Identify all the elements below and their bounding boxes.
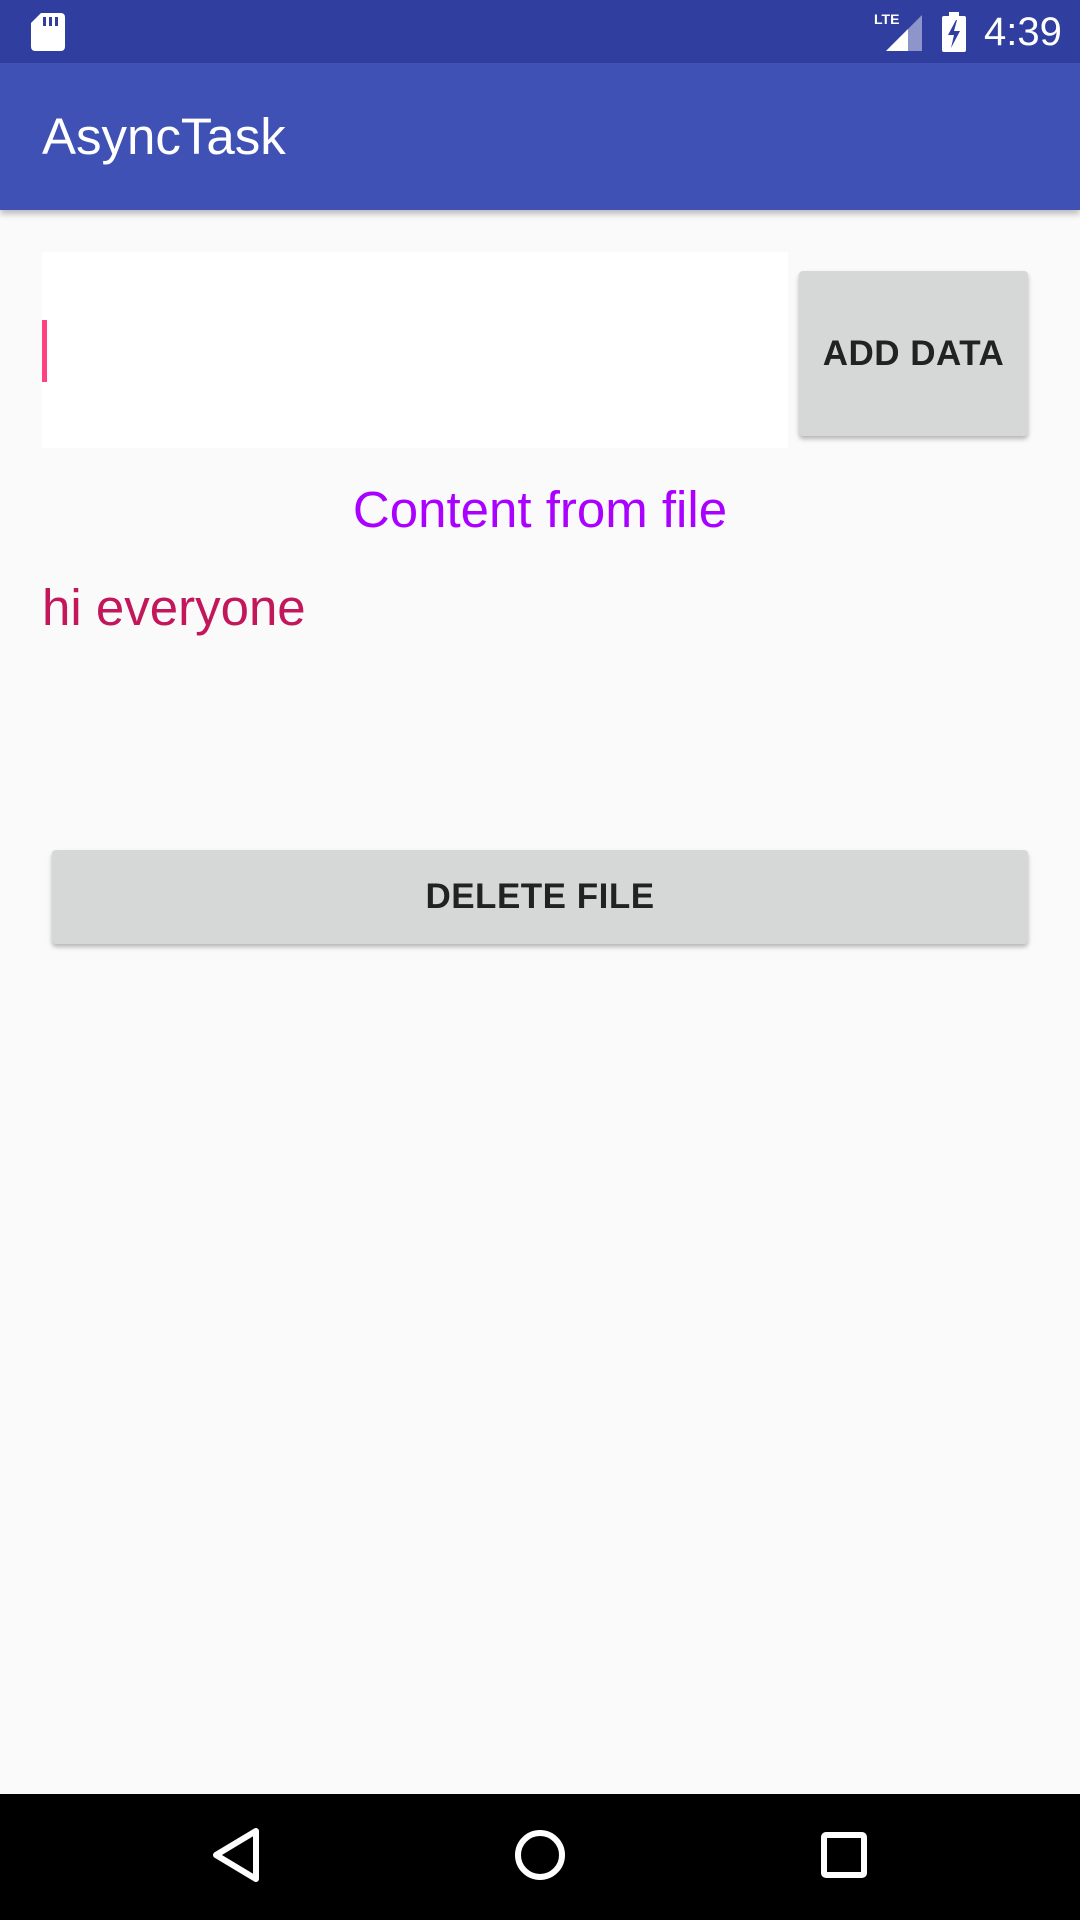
app-bar: AsyncTask: [0, 63, 1080, 210]
back-icon[interactable]: [212, 1827, 260, 1883]
text-cursor: [42, 320, 47, 382]
lte-signal-icon: LTE: [874, 11, 922, 51]
recents-icon[interactable]: [820, 1831, 868, 1879]
status-bar: LTE 4:39: [0, 0, 1080, 63]
delete-file-button[interactable]: DELETE FILE: [52, 850, 1028, 944]
app-title: AsyncTask: [42, 108, 286, 165]
data-input[interactable]: [42, 252, 788, 448]
status-clock: 4:39: [984, 10, 1062, 54]
network-label: LTE: [874, 11, 899, 27]
screen: LTE 4:39 AsyncTask ADD DATA Content from…: [0, 0, 1080, 1920]
home-icon[interactable]: [514, 1827, 566, 1883]
navigation-bar: [0, 1794, 1080, 1920]
data-input-container[interactable]: [42, 252, 788, 448]
sd-card-icon: [31, 13, 65, 51]
file-content-text: hi everyone: [42, 579, 306, 636]
content-from-file-label: Content from file: [352, 481, 728, 538]
add-data-button[interactable]: ADD DATA: [799, 271, 1028, 436]
battery-charging-icon: [942, 12, 966, 52]
